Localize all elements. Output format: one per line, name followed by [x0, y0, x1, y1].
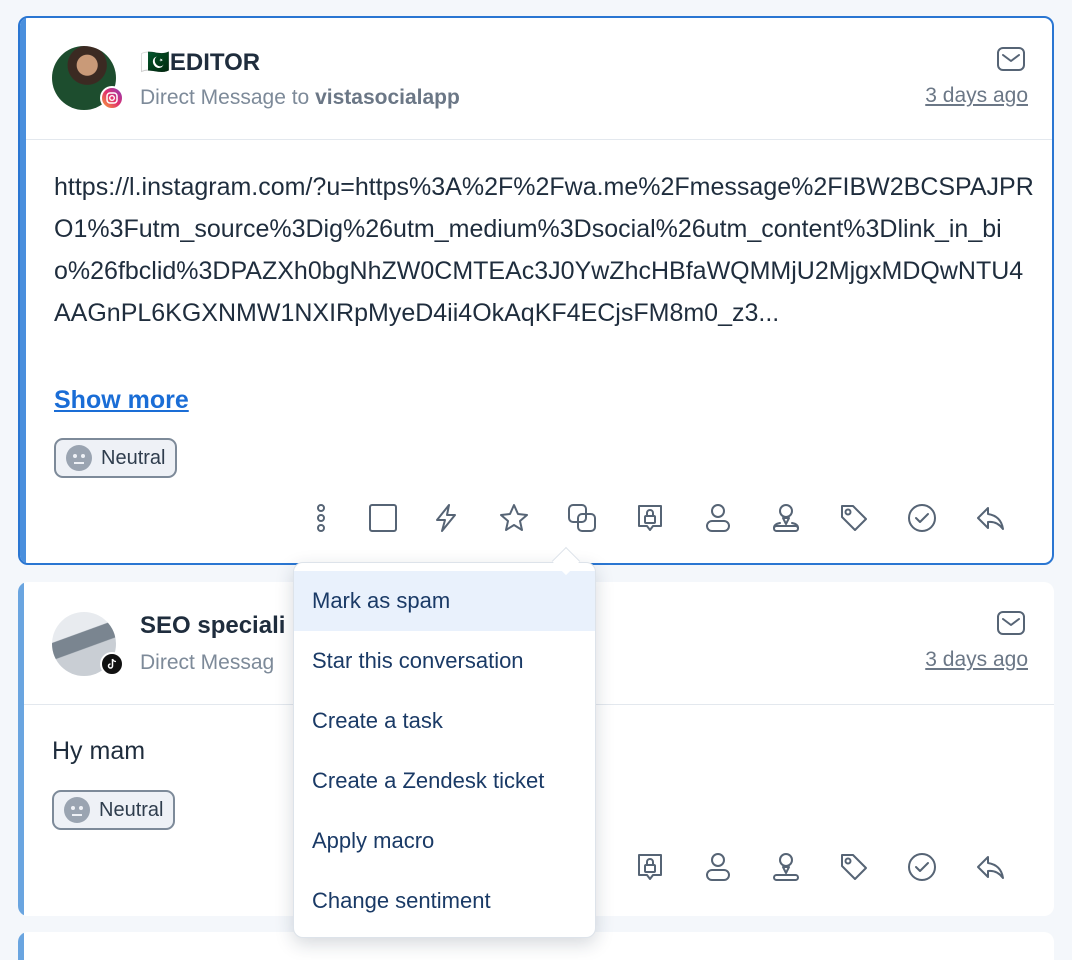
- sentiment-label: Neutral: [101, 446, 166, 469]
- unread-stripe: [18, 582, 24, 916]
- show-more-link[interactable]: Show more: [54, 386, 189, 415]
- reply-icon[interactable]: [973, 850, 1007, 884]
- account-name: vistasocialapp: [315, 86, 460, 109]
- menu-item-create-task[interactable]: Create a task: [294, 691, 595, 751]
- reply-icon[interactable]: [973, 501, 1007, 535]
- assign-user-icon[interactable]: [769, 850, 803, 884]
- menu-item-change-sentiment[interactable]: Change sentiment: [294, 871, 595, 931]
- unread-stripe: [18, 932, 24, 960]
- lock-chat-icon[interactable]: [633, 850, 667, 884]
- user-icon[interactable]: [701, 501, 735, 535]
- message-text: https://l.instagram.com/?u=https%3A%2F%2…: [54, 173, 1034, 327]
- author-name[interactable]: SEO speciali: [140, 612, 285, 640]
- mail-icon[interactable]: [996, 46, 1026, 72]
- checkbox-icon[interactable]: [366, 501, 400, 535]
- instagram-icon: [100, 86, 124, 110]
- neutral-face-icon: [66, 445, 92, 471]
- lock-chat-icon[interactable]: [633, 501, 667, 535]
- channel-line: Direct Messag: [140, 651, 275, 674]
- check-circle-icon[interactable]: [905, 501, 939, 535]
- more-vertical-icon[interactable]: [304, 501, 338, 535]
- sentiment-badge[interactable]: Neutral: [54, 438, 178, 478]
- merge-icon[interactable]: [565, 501, 599, 535]
- sentiment-badge[interactable]: Neutral: [52, 790, 176, 830]
- menu-item-star-conversation[interactable]: Star this conversation: [294, 631, 595, 691]
- menu-item-mark-as-spam[interactable]: Mark as spam: [294, 571, 595, 631]
- mail-icon[interactable]: [996, 610, 1026, 636]
- author-name[interactable]: 🇵🇰EDITOR: [140, 48, 260, 77]
- conversation-card[interactable]: 🇵🇰EDITOR Direct Message to vistasocialap…: [18, 16, 1054, 565]
- divider: [26, 139, 1052, 140]
- tiktok-icon: [100, 652, 124, 676]
- tag-icon[interactable]: [837, 501, 871, 535]
- channel-prefix: Direct Message to: [140, 86, 316, 109]
- tag-icon[interactable]: [837, 850, 871, 884]
- menu-item-apply-macro[interactable]: Apply macro: [294, 811, 595, 871]
- user-icon[interactable]: [701, 850, 735, 884]
- menu-item-create-zendesk-ticket[interactable]: Create a Zendesk ticket: [294, 751, 595, 811]
- sentiment-label: Neutral: [99, 798, 164, 821]
- timestamp[interactable]: 3 days ago: [925, 648, 1028, 672]
- channel-line: Direct Message to vistasocialapp: [140, 86, 460, 110]
- neutral-face-icon: [64, 797, 90, 823]
- check-circle-icon[interactable]: [905, 850, 939, 884]
- assign-user-icon[interactable]: [769, 501, 803, 535]
- unread-stripe: [20, 18, 26, 563]
- star-icon[interactable]: [497, 501, 531, 535]
- lightning-icon[interactable]: [429, 501, 463, 535]
- context-menu: Mark as spam Star this conversation Crea…: [293, 562, 596, 938]
- timestamp[interactable]: 3 days ago: [925, 84, 1028, 108]
